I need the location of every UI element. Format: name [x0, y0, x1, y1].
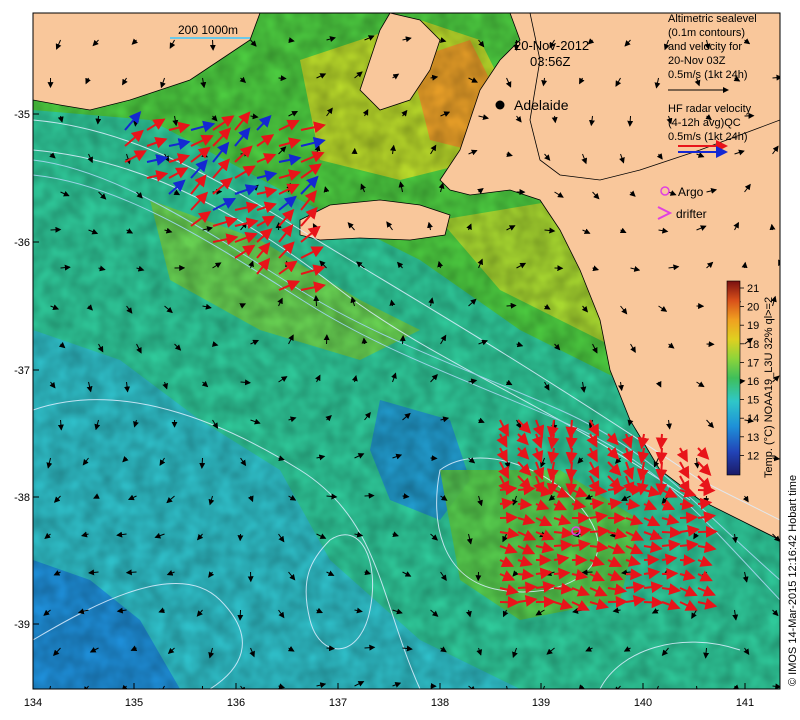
- legend-altimetry-line-5: 0.5m/s (1kt 24h): [668, 69, 747, 81]
- x-tick-label: 135: [125, 697, 143, 709]
- time-label: 03:56Z: [530, 54, 571, 69]
- hf-radar-arrow: [697, 525, 718, 538]
- legend-hf-line-3: 0.5m/s (1kt 24h): [668, 131, 747, 143]
- legend-altimetry-line-3: and velocity for: [668, 41, 742, 53]
- velocity-arrow: [326, 645, 336, 652]
- x-tick-label: 136: [227, 697, 245, 709]
- hf-radar-arrow: [553, 567, 571, 580]
- hf-radar-arrow: [679, 511, 699, 524]
- x-tick-label: 138: [431, 697, 449, 709]
- hf-radar-arrow: [625, 568, 643, 581]
- hf-radar-arrow: [565, 433, 578, 450]
- hf-radar-arrow: [655, 447, 668, 465]
- sst-map: 200 1000m 20-Nov-2012 03:56Z Adelaide Al…: [14, 12, 799, 709]
- velocity-arrow: [278, 75, 287, 82]
- velocity-arrow: [581, 569, 593, 576]
- hf-radar-arrow: [517, 581, 538, 594]
- velocity-arrow: [361, 337, 368, 345]
- legend-argo-label: Argo: [678, 185, 704, 199]
- hf-radar-arrow: [589, 497, 605, 510]
- velocity-arrow: [237, 609, 244, 621]
- legend-hf-line-1: HF radar velocity: [668, 103, 752, 115]
- hf-radar-arrow: [655, 433, 668, 450]
- velocity-arrow: [199, 457, 206, 469]
- velocity-arrow: [399, 335, 406, 345]
- velocity-arrow: [783, 335, 786, 344]
- map-plot-area: [33, 13, 791, 689]
- colorbar-tick-label: 18: [747, 339, 759, 351]
- hf-radar-arrow: [499, 511, 519, 524]
- velocity-arrow: [209, 39, 216, 51]
- scale-bar-label: 200 1000m: [178, 23, 238, 37]
- hf-radar-arrow: [499, 596, 520, 609]
- y-tick-label: -35: [14, 109, 30, 121]
- colorbar-tick-label: 21: [747, 283, 759, 295]
- x-tick-label: 134: [24, 697, 42, 709]
- colorbar-tick-label: 16: [747, 376, 759, 388]
- velocity-arrow: [783, 418, 788, 420]
- hf-radar-arrow: [517, 498, 533, 511]
- hf-radar-arrow: [589, 525, 610, 538]
- hf-radar-arrow: [643, 596, 664, 609]
- velocity-arrow: [364, 644, 376, 651]
- credit-label: © IMOS 14-Mar-2015 12:16:42 Hobart time: [787, 475, 799, 686]
- colorbar-tick-label: 13: [747, 432, 759, 444]
- x-tick-label: 139: [532, 697, 550, 709]
- legend-drifter-label: drifter: [676, 207, 707, 221]
- velocity-arrow: [364, 492, 375, 499]
- hf-radar-arrow: [553, 539, 573, 552]
- colorbar-tick-label: 17: [747, 357, 759, 369]
- colorbar-tick-label: 15: [747, 395, 759, 407]
- velocity-arrow: [313, 295, 320, 307]
- hf-radar-arrow: [589, 484, 608, 497]
- velocity-arrow: [783, 110, 791, 116]
- hf-radar-arrow: [661, 526, 682, 539]
- date-label: 20-Nov-2012: [514, 38, 589, 53]
- y-tick-label: -37: [14, 365, 30, 377]
- hf-radar-arrow: [565, 447, 578, 465]
- x-tick-label: 141: [736, 697, 754, 709]
- colorbar-tick-label: 12: [747, 450, 759, 462]
- colorbar: [726, 280, 741, 476]
- velocity-arrow: [95, 115, 102, 125]
- hf-radar-arrow: [625, 483, 644, 496]
- y-tick-label: -38: [14, 492, 30, 504]
- colorbar-title: Temp. (°C) NOAA19_L3U 32% ql>=2: [763, 297, 775, 478]
- hf-radar-arrow: [679, 554, 696, 567]
- legend-altimetry-line-2: (0.1m contours): [668, 27, 745, 39]
- velocity-arrow: [125, 569, 137, 576]
- y-tick-label: -36: [14, 237, 30, 249]
- x-tick-label: 140: [634, 697, 652, 709]
- colorbar-tick-label: 14: [747, 413, 759, 425]
- legend-altimetry-line-4: 20-Nov 03Z: [668, 55, 726, 67]
- velocity-arrow: [506, 302, 517, 309]
- colorbar-tick-label: 19: [747, 320, 759, 332]
- legend-hf-line-2: (4-12h avg)QC: [668, 117, 741, 129]
- hf-radar-arrow: [661, 567, 679, 580]
- colorbar-tick-label: 20: [747, 302, 759, 314]
- x-tick-label: 137: [329, 697, 347, 709]
- adelaide-marker: [495, 100, 505, 110]
- legend-altimetry-line-1: Altimetric sealevel: [668, 13, 757, 25]
- adelaide-label: Adelaide: [514, 97, 569, 113]
- velocity-arrow: [627, 115, 634, 127]
- y-tick-label: -39: [14, 619, 30, 631]
